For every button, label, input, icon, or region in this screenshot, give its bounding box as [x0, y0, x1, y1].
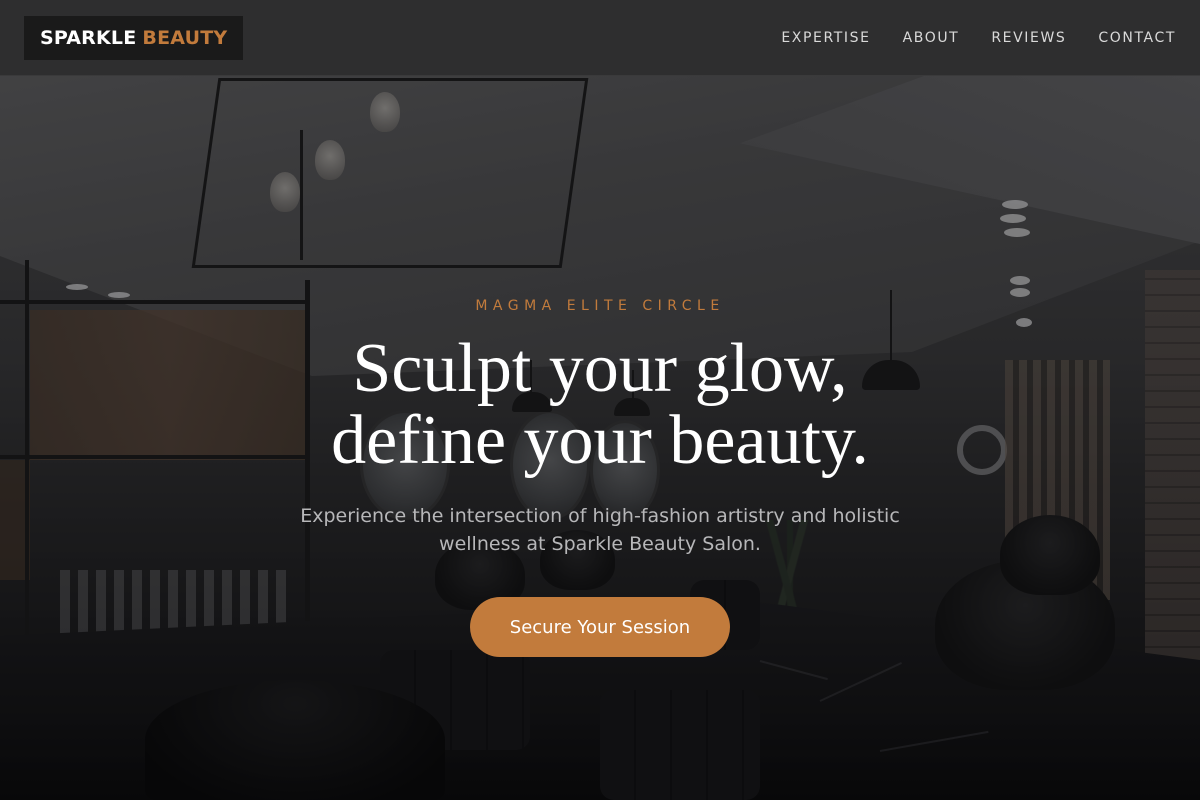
hero-headline-line-1: Sculpt your glow, — [352, 330, 848, 407]
hero-headline-line-2: define your beauty. — [331, 402, 869, 479]
hero-eyebrow: MAGMA ELITE CIRCLE — [475, 298, 725, 314]
hero-subtext: Experience the intersection of high-fash… — [300, 505, 900, 555]
hero-section: MAGMA ELITE CIRCLE Sculpt your glow, def… — [0, 0, 1200, 800]
secure-session-button[interactable]: Secure Your Session — [470, 597, 730, 657]
hero-headline: Sculpt your glow, define your beauty. — [0, 333, 1200, 477]
